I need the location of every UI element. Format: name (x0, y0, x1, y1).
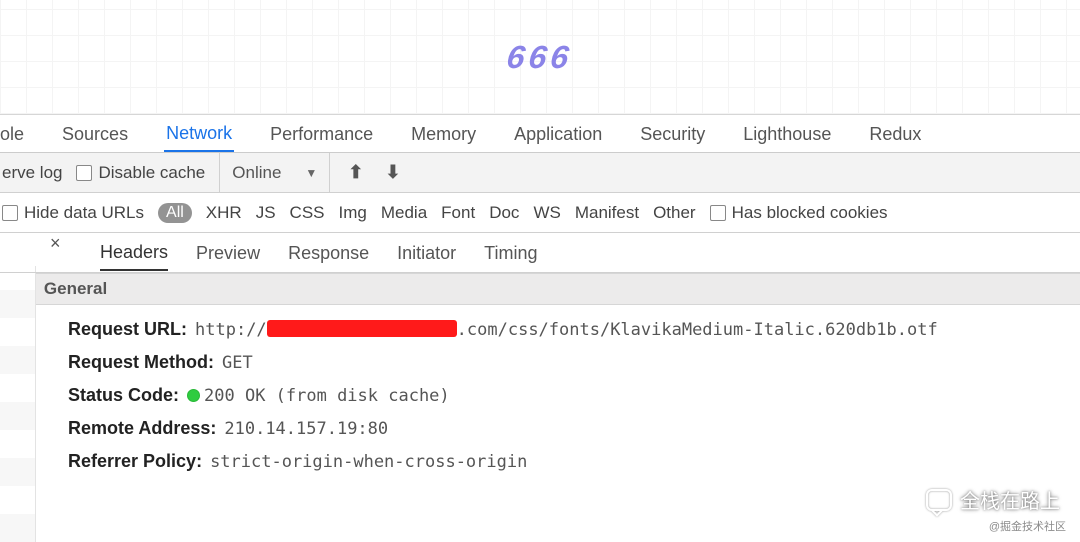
preview-text: 666 (505, 39, 576, 76)
redacted-host (267, 320, 457, 337)
status-dot-icon (187, 389, 200, 402)
filter-manifest[interactable]: Manifest (575, 203, 639, 223)
watermark-small: @掘金技术社区 (989, 518, 1066, 534)
tab-security[interactable]: Security (638, 116, 707, 152)
subtab-headers[interactable]: Headers (100, 234, 168, 271)
hide-data-urls-label: Hide data URLs (24, 203, 144, 223)
download-har-icon[interactable]: ⬇ (381, 162, 404, 183)
devtools-tab-bar: ole Sources Network Performance Memory A… (0, 115, 1080, 153)
value-referrer-policy: strict-origin-when-cross-origin (210, 452, 527, 472)
wechat-icon (926, 489, 952, 511)
filter-xhr[interactable]: XHR (206, 203, 242, 223)
throttling-select[interactable]: Online ▼ (219, 153, 330, 192)
tab-application[interactable]: Application (512, 116, 604, 152)
disable-cache-checkbox[interactable]: Disable cache (76, 163, 205, 183)
tab-sources[interactable]: Sources (60, 116, 130, 152)
general-list: Request URL: http://.com/css/fonts/Klavi… (0, 305, 1080, 478)
subtab-timing[interactable]: Timing (484, 235, 537, 271)
filter-css[interactable]: CSS (290, 203, 325, 223)
value-request-url: http://.com/css/fonts/KlavikaMedium-Ital… (195, 320, 938, 340)
label-request-url: Request URL: (68, 319, 187, 340)
network-toolbar: erve log Disable cache Online ▼ ⬆ ⬇ (0, 153, 1080, 193)
filter-img[interactable]: Img (339, 203, 367, 223)
row-request-url: Request URL: http://.com/css/fonts/Klavi… (68, 313, 1080, 346)
row-request-method: Request Method: GET (68, 346, 1080, 379)
filter-other[interactable]: Other (653, 203, 696, 223)
row-remote-address: Remote Address: 210.14.157.19:80 (68, 412, 1080, 445)
watermark: 全栈在路上 (926, 485, 1060, 514)
checkbox-icon (710, 205, 726, 221)
tab-console[interactable]: ole (0, 116, 26, 152)
label-remote-address: Remote Address: (68, 418, 216, 439)
subtab-preview[interactable]: Preview (196, 235, 260, 271)
tab-network[interactable]: Network (164, 115, 234, 152)
tab-lighthouse[interactable]: Lighthouse (741, 116, 833, 152)
row-status-code: Status Code: 200 OK (from disk cache) (68, 379, 1080, 412)
close-details-icon[interactable]: × (50, 233, 61, 254)
value-status-code: 200 OK (from disk cache) (187, 386, 450, 406)
section-general-header[interactable]: ▼ General (0, 273, 1080, 305)
row-referrer-policy: Referrer Policy: strict-origin-when-cros… (68, 445, 1080, 478)
watermark-text: 全栈在路上 (960, 485, 1060, 514)
label-request-method: Request Method: (68, 352, 214, 373)
chevron-down-icon: ▼ (305, 166, 317, 180)
value-remote-address: 210.14.157.19:80 (224, 419, 388, 439)
filter-font[interactable]: Font (441, 203, 475, 223)
has-blocked-cookies-checkbox[interactable]: Has blocked cookies (710, 203, 888, 223)
filter-all[interactable]: All (158, 203, 192, 223)
disable-cache-label: Disable cache (98, 163, 205, 183)
request-list-sliver (0, 266, 36, 542)
network-filter-bar: Hide data URLs All XHR JS CSS Img Media … (0, 193, 1080, 233)
page-preview: 666 (0, 0, 1080, 115)
tab-memory[interactable]: Memory (409, 116, 478, 152)
filter-js[interactable]: JS (256, 203, 276, 223)
throttling-value: Online (232, 163, 281, 183)
filter-media[interactable]: Media (381, 203, 427, 223)
label-status-code: Status Code: (68, 385, 179, 406)
section-general-label: General (44, 279, 107, 299)
preserve-log-label: erve log (2, 163, 62, 183)
has-blocked-label: Has blocked cookies (732, 203, 888, 223)
filter-ws[interactable]: WS (533, 203, 560, 223)
subtab-response[interactable]: Response (288, 235, 369, 271)
value-request-method: GET (222, 353, 253, 373)
hide-data-urls-checkbox[interactable]: Hide data URLs (2, 203, 144, 223)
request-detail-tabs: Headers Preview Response Initiator Timin… (0, 233, 1080, 273)
tab-performance[interactable]: Performance (268, 116, 375, 152)
checkbox-icon (2, 205, 18, 221)
subtab-initiator[interactable]: Initiator (397, 235, 456, 271)
tab-redux[interactable]: Redux (867, 116, 923, 152)
label-referrer-policy: Referrer Policy: (68, 451, 202, 472)
upload-har-icon[interactable]: ⬆ (344, 162, 367, 183)
checkbox-icon (76, 165, 92, 181)
filter-doc[interactable]: Doc (489, 203, 519, 223)
